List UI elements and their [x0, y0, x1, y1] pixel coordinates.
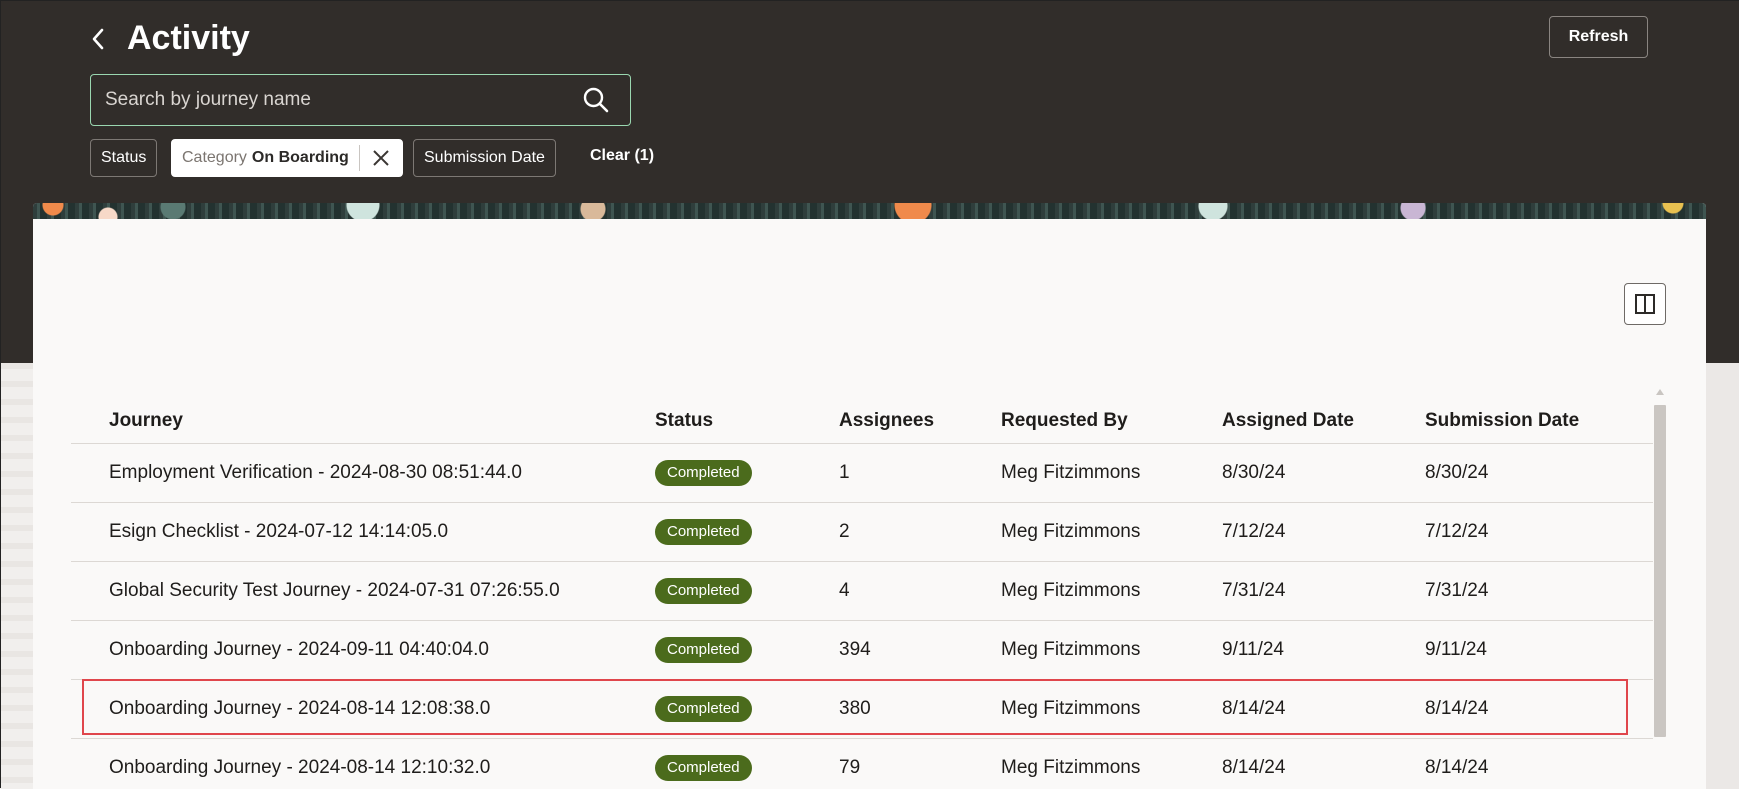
- background-decoration: [1, 363, 33, 789]
- assignees-cell: 4: [839, 561, 1001, 621]
- table-scrollbar[interactable]: [1653, 387, 1667, 789]
- status-badge: Completed: [655, 518, 752, 545]
- status-badge: Completed: [655, 459, 752, 486]
- status-cell: Completed: [655, 738, 839, 789]
- submission-date-filter-chip[interactable]: Submission Date: [413, 139, 556, 177]
- requested-by-cell: Meg Fitzimmons: [1001, 738, 1222, 789]
- status-cell: Completed: [655, 679, 839, 739]
- background-strip: [1706, 363, 1739, 789]
- column-header-assigned-date[interactable]: Assigned Date: [1222, 387, 1425, 444]
- status-filter-label: Status: [101, 149, 147, 166]
- assignees-cell: 79: [839, 738, 1001, 789]
- column-header-requested-by[interactable]: Requested By: [1001, 387, 1222, 444]
- requested-by-cell: Meg Fitzimmons: [1001, 561, 1222, 621]
- journey-cell: Onboarding Journey - 2024-08-14 12:08:38…: [71, 679, 655, 739]
- column-panel-icon: [1635, 294, 1655, 314]
- requested-by-cell: Meg Fitzimmons: [1001, 443, 1222, 503]
- submission-date-cell: 8/14/24: [1425, 679, 1653, 739]
- clear-filters-link[interactable]: Clear (1): [590, 147, 654, 165]
- column-header-assignees[interactable]: Assignees: [839, 387, 1001, 444]
- status-badge: Completed: [655, 754, 752, 781]
- scrollbar-thumb[interactable]: [1654, 405, 1666, 737]
- requested-by-cell: Meg Fitzimmons: [1001, 502, 1222, 562]
- submission-date-filter-label: Submission Date: [424, 149, 545, 166]
- column-panel-button[interactable]: [1624, 283, 1666, 325]
- assigned-date-cell: 8/30/24: [1222, 443, 1425, 503]
- decorative-banner: [33, 203, 1706, 219]
- status-filter-chip[interactable]: Status: [90, 139, 158, 177]
- status-badge: Completed: [655, 695, 752, 722]
- assignees-cell: 1: [839, 443, 1001, 503]
- category-filter-label: Category: [182, 149, 247, 166]
- assignees-cell: 394: [839, 620, 1001, 680]
- status-badge: Completed: [655, 577, 752, 604]
- refresh-button[interactable]: Refresh: [1549, 16, 1648, 58]
- column-header-journey[interactable]: Journey: [71, 387, 655, 444]
- table-row[interactable]: Employment Verification - 2024-08-30 08:…: [71, 443, 1653, 503]
- chip-divider: [358, 145, 360, 171]
- status-cell: Completed: [655, 620, 839, 680]
- status-cell: Completed: [655, 502, 839, 562]
- journey-cell: Esign Checklist - 2024-07-12 14:14:05.0: [71, 502, 655, 562]
- assignees-cell: 2: [839, 502, 1001, 562]
- submission-date-cell: 9/11/24: [1425, 620, 1653, 680]
- table-header-row: Journey Status Assignees Requested By As…: [71, 387, 1653, 444]
- requested-by-cell: Meg Fitzimmons: [1001, 679, 1222, 739]
- table-row[interactable]: Onboarding Journey - 2024-08-14 12:08:38…: [71, 679, 1653, 739]
- activity-table: Journey Status Assignees Requested By As…: [71, 387, 1653, 789]
- assigned-date-cell: 7/31/24: [1222, 561, 1425, 621]
- journey-cell: Global Security Test Journey - 2024-07-3…: [71, 561, 655, 621]
- assignees-cell: 380: [839, 679, 1001, 739]
- search-icon[interactable]: [576, 80, 616, 120]
- journey-cell: Onboarding Journey - 2024-08-14 12:10:32…: [71, 738, 655, 789]
- assigned-date-cell: 8/14/24: [1222, 679, 1425, 739]
- status-cell: Completed: [655, 443, 839, 503]
- column-header-submission-date[interactable]: Submission Date: [1425, 387, 1653, 444]
- requested-by-cell: Meg Fitzimmons: [1001, 620, 1222, 680]
- submission-date-cell: 7/12/24: [1425, 502, 1653, 562]
- search-box: [90, 74, 631, 126]
- category-filter-value: On Boarding: [251, 149, 349, 166]
- assigned-date-cell: 7/12/24: [1222, 502, 1425, 562]
- category-filter-chip[interactable]: Category On Boarding: [171, 139, 403, 177]
- back-button[interactable]: [85, 23, 111, 55]
- status-cell: Completed: [655, 561, 839, 621]
- search-input[interactable]: [103, 77, 576, 123]
- assigned-date-cell: 9/11/24: [1222, 620, 1425, 680]
- page-title: Activity: [127, 19, 250, 57]
- scroll-up-arrow-icon[interactable]: [1656, 389, 1664, 395]
- submission-date-cell: 7/31/24: [1425, 561, 1653, 621]
- back-chevron-icon: [92, 28, 104, 50]
- table-row[interactable]: Onboarding Journey - 2024-08-14 12:10:32…: [71, 738, 1653, 789]
- journey-cell: Employment Verification - 2024-08-30 08:…: [71, 443, 655, 503]
- submission-date-cell: 8/30/24: [1425, 443, 1653, 503]
- submission-date-cell: 8/14/24: [1425, 738, 1653, 789]
- assigned-date-cell: 8/14/24: [1222, 738, 1425, 789]
- status-badge: Completed: [655, 636, 752, 663]
- journey-cell: Onboarding Journey - 2024-09-11 04:40:04…: [71, 620, 655, 680]
- activity-card: Journey Status Assignees Requested By As…: [33, 203, 1706, 789]
- close-icon[interactable]: [368, 145, 394, 171]
- column-header-status[interactable]: Status: [655, 387, 839, 444]
- table-row[interactable]: Global Security Test Journey - 2024-07-3…: [71, 561, 1653, 621]
- table-row[interactable]: Onboarding Journey - 2024-09-11 04:40:04…: [71, 620, 1653, 680]
- table-row[interactable]: Esign Checklist - 2024-07-12 14:14:05.0 …: [71, 502, 1653, 562]
